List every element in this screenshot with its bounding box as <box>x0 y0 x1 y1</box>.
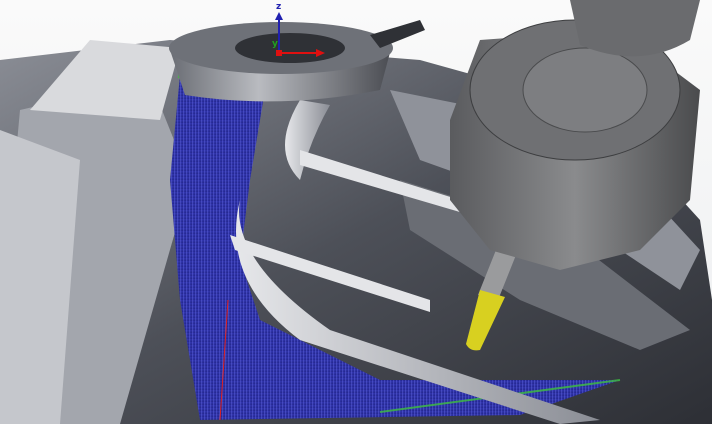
spindle <box>570 0 700 57</box>
impeller-model: z y <box>0 0 712 424</box>
blade-tip <box>370 20 425 48</box>
triad-origin <box>276 50 282 56</box>
cad-viewport[interactable]: z y <box>0 0 712 424</box>
hub-bore <box>235 33 345 63</box>
tool-holder-inner <box>522 47 648 133</box>
triad-z-arrow <box>275 12 283 20</box>
triad-z-label: z <box>276 2 281 12</box>
triad-y-label: y <box>272 39 278 49</box>
